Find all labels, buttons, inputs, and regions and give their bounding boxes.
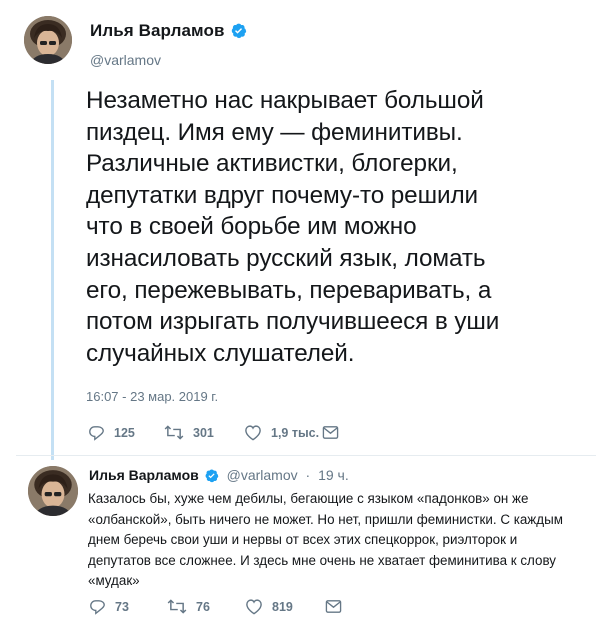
retweet-icon — [167, 599, 187, 614]
message-icon — [325, 600, 342, 613]
like-count: 1,9 тыс. — [271, 425, 320, 440]
reply-like-button[interactable]: 819 — [245, 598, 325, 615]
author-handle[interactable]: @varlamov — [90, 52, 161, 68]
like-icon — [245, 425, 261, 441]
thread-connector-line — [51, 80, 54, 460]
reply-icon — [89, 426, 104, 441]
like-icon — [246, 599, 262, 615]
reply-reply-button[interactable]: 73 — [89, 598, 167, 615]
reply-icon — [90, 600, 105, 615]
reply-handle[interactable]: @varlamov — [227, 467, 298, 483]
tweet-actions: 125 301 1,9 тыс. — [88, 424, 339, 441]
reply-avatar[interactable] — [28, 466, 78, 516]
verified-badge-icon — [230, 22, 247, 44]
message-button[interactable] — [322, 425, 339, 440]
reply-retweet-button[interactable]: 76 — [167, 598, 245, 615]
reply-header: Илья Варламов @varlamov · 19 ч. — [89, 467, 349, 486]
retweet-count: 301 — [193, 425, 214, 440]
message-icon — [322, 426, 339, 439]
reply-button[interactable]: 125 — [88, 424, 164, 441]
reply-author-name[interactable]: Илья Варламов — [89, 467, 199, 483]
reply-message-button[interactable] — [325, 599, 342, 614]
reply-text: Казалось бы, хуже чем дебилы, бегающие с… — [88, 491, 563, 588]
reply-retweet-count: 76 — [196, 599, 210, 614]
verified-badge-icon — [204, 468, 219, 486]
like-button[interactable]: 1,9 тыс. — [244, 424, 322, 441]
author-name[interactable]: Илья Варламов — [90, 21, 247, 44]
author-name-text[interactable]: Илья Варламов — [90, 21, 225, 40]
reply-time[interactable]: 19 ч. — [318, 467, 349, 483]
avatar[interactable] — [24, 16, 72, 64]
reply-count: 125 — [114, 425, 135, 440]
reply-separator: · — [305, 467, 311, 483]
reply-like-count: 819 — [272, 599, 293, 614]
reply-reply-count: 73 — [115, 599, 129, 614]
tweet-text: Незаметно нас накрывает большой пиздец. … — [86, 87, 500, 367]
divider — [16, 455, 596, 456]
tweet-timestamp[interactable]: 16:07 - 23 мар. 2019 г. — [86, 389, 218, 404]
retweet-icon — [164, 425, 184, 440]
reply-actions: 73 76 819 — [89, 598, 342, 615]
retweet-button[interactable]: 301 — [164, 424, 244, 441]
